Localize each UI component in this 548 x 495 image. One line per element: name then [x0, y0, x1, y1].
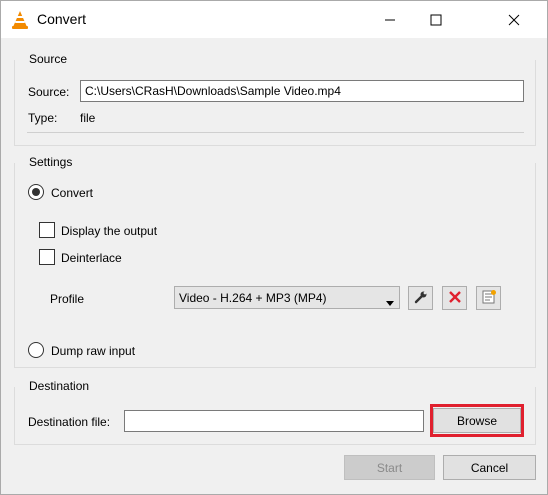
chevron-down-icon: [386, 295, 394, 309]
deinterlace-checkbox[interactable]: [39, 249, 55, 265]
delete-profile-button[interactable]: [442, 286, 467, 310]
profile-selected-value: Video - H.264 + MP3 (MP4): [179, 291, 327, 305]
window-title: Convert: [37, 11, 87, 27]
profile-label: Profile: [50, 292, 85, 306]
convert-label[interactable]: Convert: [51, 186, 93, 200]
vlc-cone-icon: [11, 10, 29, 30]
source-separator: [27, 132, 524, 133]
dump-raw-radio[interactable]: [28, 342, 44, 358]
convert-dialog: Convert Source Source: C:\Users\CRasH\Do…: [0, 0, 548, 495]
minimize-icon[interactable]: [367, 1, 413, 38]
source-group: Source: [14, 52, 536, 146]
destination-file-input[interactable]: [124, 410, 424, 432]
source-path-field[interactable]: C:\Users\CRasH\Downloads\Sample Video.mp…: [80, 80, 524, 102]
type-value: file: [80, 111, 96, 125]
dump-raw-label[interactable]: Dump raw input: [51, 344, 135, 358]
start-button[interactable]: Start: [344, 455, 435, 480]
settings-group-title: Settings: [27, 155, 75, 169]
delete-icon: [448, 290, 462, 307]
new-profile-button[interactable]: [476, 286, 501, 310]
display-output-label[interactable]: Display the output: [61, 224, 157, 238]
title-bar[interactable]: Convert: [1, 1, 547, 38]
type-label: Type:: [28, 111, 58, 125]
destination-group-title: Destination: [27, 379, 92, 393]
convert-radio[interactable]: [28, 184, 44, 200]
profile-select[interactable]: Video - H.264 + MP3 (MP4): [174, 286, 400, 309]
cancel-button[interactable]: Cancel: [443, 455, 536, 480]
close-icon[interactable]: [491, 1, 537, 38]
source-label: Source:: [28, 85, 70, 99]
source-group-title: Source: [27, 52, 70, 66]
browse-highlight-box: [430, 404, 524, 437]
destination-file-label: Destination file:: [28, 415, 111, 429]
maximize-icon[interactable]: [413, 1, 459, 38]
new-profile-icon: [481, 289, 497, 308]
display-output-checkbox[interactable]: [39, 222, 55, 238]
deinterlace-label[interactable]: Deinterlace: [61, 251, 122, 265]
wrench-icon: [414, 290, 428, 307]
edit-profile-button[interactable]: [408, 286, 433, 310]
